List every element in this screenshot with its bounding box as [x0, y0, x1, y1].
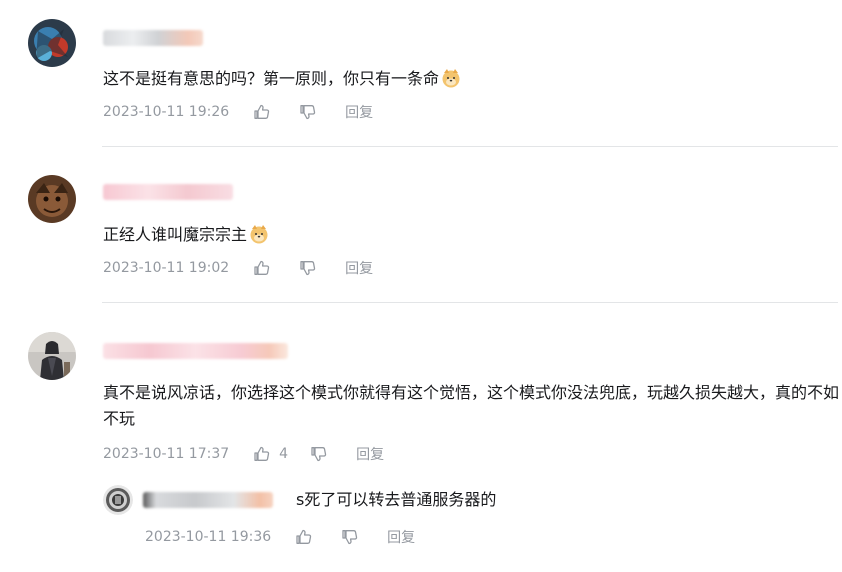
sub-reply-username-blurred[interactable]: [143, 492, 273, 508]
doge-emoji-icon: [442, 69, 460, 88]
thumbs-up-icon: [254, 446, 270, 461]
divider: [102, 146, 838, 147]
avatar[interactable]: [28, 175, 76, 223]
divider: [102, 302, 838, 303]
dislike-button[interactable]: [299, 259, 317, 277]
timestamp: 2023-10-11 19:26: [103, 104, 230, 120]
dislike-button[interactable]: [310, 445, 328, 463]
reply-button[interactable]: 回复: [387, 527, 415, 547]
thumbs-down-icon: [342, 530, 358, 545]
sub-reply-text: s死了可以转去普通服务器的: [296, 490, 497, 509]
avatar[interactable]: [28, 332, 76, 380]
dislike-button[interactable]: [341, 528, 359, 546]
comment-text: 正经人谁叫魔宗宗主: [103, 222, 823, 248]
thumbs-down-icon: [311, 447, 327, 462]
timestamp: 2023-10-11 17:37: [103, 446, 230, 462]
comment-meta: 2023-10-11 17:37 4 回复: [103, 444, 384, 464]
avatar[interactable]: [28, 19, 76, 67]
timestamp: 2023-10-11 19:02: [103, 260, 230, 276]
like-button[interactable]: 4: [253, 445, 288, 463]
like-button[interactable]: [253, 103, 271, 121]
doge-emoji-icon: [250, 225, 268, 244]
sub-reply-avatar[interactable]: [103, 485, 133, 515]
username-blurred[interactable]: [103, 30, 203, 46]
comment-meta: 2023-10-11 19:26 回复: [103, 102, 373, 122]
username-blurred[interactable]: [103, 343, 288, 359]
thumbs-up-icon: [254, 104, 270, 119]
sub-reply-meta: 2023-10-11 19:36 回复: [145, 527, 415, 547]
reply-button[interactable]: 回复: [345, 102, 373, 122]
dislike-button[interactable]: [299, 103, 317, 121]
thumbs-down-icon: [300, 105, 316, 120]
thumbs-up-icon: [254, 260, 270, 275]
thumbs-up-icon: [296, 529, 312, 544]
like-button[interactable]: [253, 259, 271, 277]
reply-button[interactable]: 回复: [356, 444, 384, 464]
timestamp: 2023-10-11 19:36: [145, 529, 272, 545]
comment-text: 这不是挺有意思的吗？第一原则，你只有一条命: [103, 66, 823, 92]
comment-text: 真不是说风凉话，你选择这个模式你就得有这个觉悟，这个模式你没法兜底，玩越久损失越…: [103, 383, 840, 428]
comment-meta: 2023-10-11 19:02 回复: [103, 258, 373, 278]
reply-button[interactable]: 回复: [345, 258, 373, 278]
thumbs-down-icon: [300, 261, 316, 276]
username-blurred[interactable]: [103, 184, 233, 200]
like-button[interactable]: [295, 528, 313, 546]
like-count: 4: [279, 446, 289, 462]
